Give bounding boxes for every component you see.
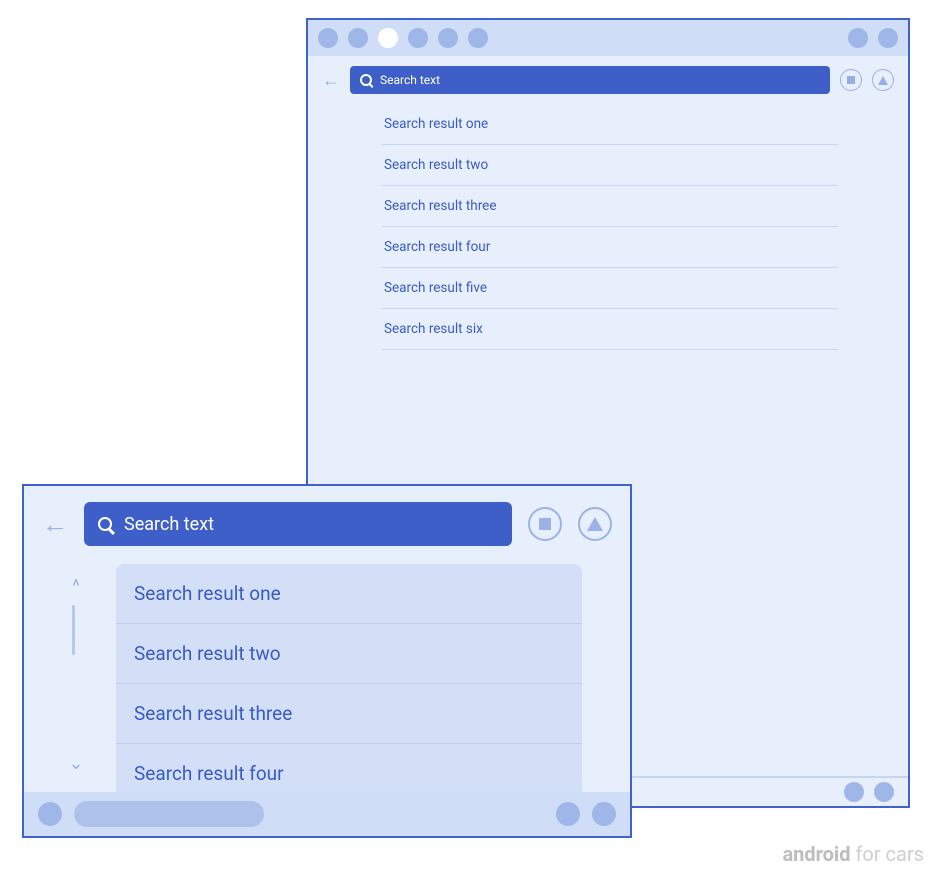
list-item[interactable]: Search result three — [382, 186, 838, 227]
list-item[interactable]: Search result four — [382, 227, 838, 268]
list-item[interactable]: Search result two — [382, 145, 838, 186]
list-item[interactable]: Search result one — [116, 564, 582, 624]
search-row: ← Search text — [24, 486, 630, 556]
triangle-up-icon — [587, 517, 603, 531]
search-row: ← Search text — [308, 56, 908, 100]
status-dot-icon — [848, 28, 868, 48]
search-input[interactable]: Search text — [84, 502, 512, 546]
watermark-brand: android — [782, 842, 850, 866]
up-action-button[interactable] — [578, 507, 612, 541]
up-action-button[interactable] — [872, 69, 894, 91]
window-wide: ← Search text ^ ⌄ Search result one Sear… — [22, 484, 632, 838]
back-arrow-icon[interactable]: ← — [322, 70, 340, 91]
results-list: Search result one Search result two Sear… — [116, 564, 582, 792]
chevron-down-icon[interactable]: ⌄ — [68, 753, 83, 774]
search-icon — [98, 517, 112, 531]
results-list: Search result one Search result two Sear… — [382, 104, 838, 350]
top-nav-bar — [308, 20, 908, 56]
list-item[interactable]: Search result five — [382, 268, 838, 309]
list-item[interactable]: Search result one — [382, 104, 838, 145]
status-dot-icon — [878, 28, 898, 48]
scroll-indicator: ^ ⌄ — [64, 576, 88, 792]
square-icon — [847, 76, 855, 84]
back-arrow-icon[interactable]: ← — [42, 509, 68, 540]
nav-dot-icon[interactable] — [318, 28, 338, 48]
nav-dot-icon[interactable] — [468, 28, 488, 48]
stop-action-button[interactable] — [528, 507, 562, 541]
list-item[interactable]: Search result two — [116, 624, 582, 684]
watermark-suffix: for cars — [850, 842, 924, 866]
watermark-label: android for cars — [782, 842, 924, 866]
triangle-up-icon — [878, 76, 888, 85]
scroll-track[interactable] — [72, 605, 75, 655]
square-icon — [539, 518, 551, 530]
list-item[interactable]: Search result four — [116, 744, 582, 792]
nav-pill[interactable] — [74, 801, 264, 827]
nav-dot-icon[interactable] — [408, 28, 428, 48]
nav-dot-icon[interactable] — [348, 28, 368, 48]
status-dot-icon — [844, 782, 864, 802]
search-input-text: Search text — [380, 73, 440, 87]
search-icon — [360, 74, 372, 86]
nav-dot-icon[interactable] — [556, 802, 580, 826]
nav-dot-icon[interactable] — [438, 28, 458, 48]
status-dot-icon — [874, 782, 894, 802]
list-item[interactable]: Search result three — [116, 684, 582, 744]
search-input-text: Search text — [124, 514, 214, 535]
nav-dot-icon[interactable] — [592, 802, 616, 826]
nav-dot-active-icon[interactable] — [378, 28, 398, 48]
bottom-nav-bar — [24, 792, 630, 836]
list-item[interactable]: Search result six — [382, 309, 838, 350]
search-input[interactable]: Search text — [350, 66, 830, 94]
chevron-up-icon[interactable]: ^ — [72, 576, 80, 597]
nav-dot-icon[interactable] — [38, 802, 62, 826]
stop-action-button[interactable] — [840, 69, 862, 91]
